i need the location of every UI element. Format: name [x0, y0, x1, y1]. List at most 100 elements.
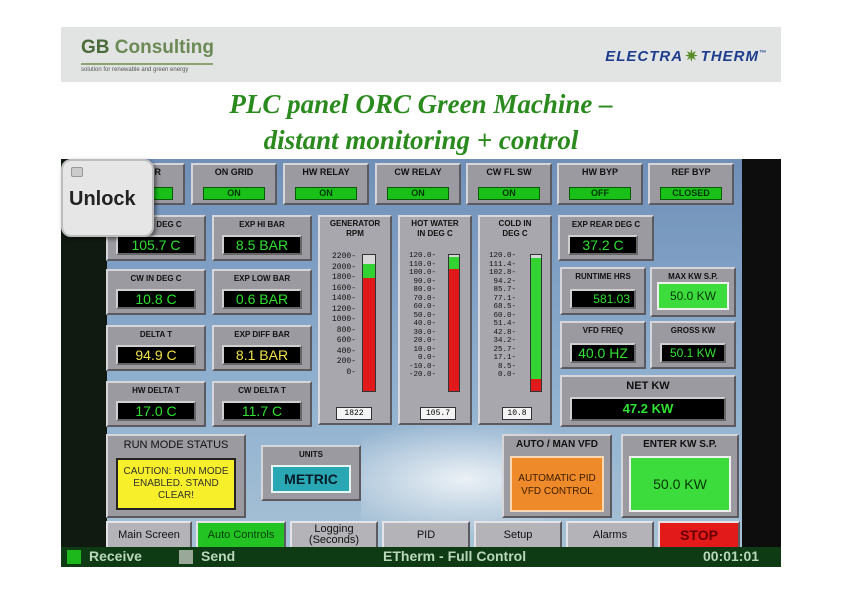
reading-value: 37.2 C	[568, 235, 638, 255]
gauge-title-line1: COLD IN	[498, 219, 532, 228]
reading-value: 581.03	[570, 289, 636, 309]
gauge-scale-tick: -10.0-	[408, 362, 436, 371]
reading-runtime-hrs: RUNTIME HRS 581.03	[560, 267, 646, 315]
reading-value: 8.1 BAR	[222, 345, 302, 365]
slide-title-line1: PLC panel ORC Green Machine –	[229, 89, 613, 119]
run-mode-label: RUN MODE STATUS	[123, 439, 229, 451]
status-hw-byp[interactable]: HW BYP OFF	[557, 163, 643, 205]
status-indicator: OFF	[569, 187, 631, 200]
status-cw-fl-sw[interactable]: CW FL SW ON	[466, 163, 552, 205]
gauge-scale-tick: 40.0-	[413, 320, 436, 328]
status-hw-relay[interactable]: HW RELAY ON	[283, 163, 369, 205]
gauge-scale-tick: 400-	[336, 346, 356, 356]
reading-gross-kw: GROSS KW 50.1 KW	[650, 321, 736, 369]
unlock-handle	[71, 167, 83, 177]
status-label: HW RELAY	[302, 167, 350, 177]
gauge-scale-tick: 80.0-	[413, 286, 436, 294]
gauge-scale-tick: 50.0-	[413, 311, 436, 320]
gb-tagline: solution for renewable and green energy	[81, 67, 189, 73]
gauge-scale-tick: 90.0-	[413, 277, 436, 286]
gauge-generator-rpm: GENERATOR RPM 2200- 2000- 1800- 1600- 1400- 12…	[318, 215, 392, 425]
gauge-scale-tick: 2200-	[331, 252, 356, 261]
units-metric-button[interactable]: METRIC	[271, 465, 351, 493]
gauge-scale-tick: 30.0-	[413, 328, 436, 337]
reading-label: EXP REAR DEG C	[571, 220, 641, 229]
auto-man-vfd-panel: AUTO / MAN VFD AUTOMATIC PID VFD CONTROL	[502, 434, 612, 518]
unlock-button[interactable]: Unlock	[61, 159, 154, 237]
tab-auto-controls[interactable]: Auto Controls	[196, 521, 286, 549]
gauge-hot-water-in: HOT WATER IN DEG C 120.0- 110.0- 100.0- 90.0…	[398, 215, 472, 425]
tab-pid[interactable]: PID	[382, 521, 470, 549]
auto-pid-vfd-button[interactable]: AUTOMATIC PID VFD CONTROL	[510, 456, 604, 512]
enter-kw-setpoint-button[interactable]: 50.0 KW	[629, 456, 731, 512]
receive-label: Receive	[89, 548, 142, 564]
reading-vfd-freq: VFD FREQ 40.0 HZ	[560, 321, 646, 369]
gauge-readout: 1822	[336, 407, 372, 420]
reading-label: CW IN DEG C	[130, 274, 182, 283]
slide-header: GB Consulting solution for renewable and…	[61, 27, 781, 82]
status-label: REF BYP	[671, 167, 711, 177]
gauge-scale-tick: 34.2-	[493, 337, 516, 345]
reading-label: DELTA T	[139, 330, 173, 339]
gauge-scale-tick: 111.4-	[488, 260, 516, 269]
reading-value: 8.5 BAR	[222, 235, 302, 255]
reading-exp-hi-bar: EXP HI BAR 8.5 BAR	[212, 215, 312, 261]
gauge-track	[448, 254, 460, 392]
gauge-scale-tick: 110.0-	[408, 260, 436, 269]
gauge-scale-tick: 77.1-	[493, 294, 516, 303]
gauge-scale-tick: 68.5-	[493, 303, 516, 311]
gauge-cold-in: COLD IN DEG C 120.0- 111.4- 102.8- 94.2- 85.7…	[478, 215, 552, 425]
status-indicator: ON	[203, 187, 265, 200]
gauge-title-line2: DEG C	[502, 229, 528, 238]
reading-value: 40.0 HZ	[570, 343, 636, 363]
gauge-scale-tick: 17.1-	[493, 354, 516, 362]
gauge-scale-tick: 1200-	[331, 304, 356, 314]
status-label: ON GRID	[214, 167, 254, 177]
reading-net-kw: NET KW 47.2 KW	[560, 375, 736, 427]
gauge-fill-red	[363, 278, 375, 391]
reading-value: 17.0 C	[116, 401, 196, 421]
gauge-scale-tick: 1000-	[331, 315, 356, 324]
receive-indicator-icon	[67, 550, 81, 564]
max-kw-setpoint-button[interactable]: 50.0 KW	[657, 282, 729, 310]
tab-setup[interactable]: Setup	[474, 521, 562, 549]
status-cw-relay[interactable]: CW RELAY ON	[375, 163, 461, 205]
gauge-scale-tick: 2000-	[331, 262, 356, 272]
et-logo-right: THERM	[700, 48, 759, 65]
gauge-scale: 2200- 2000- 1800- 1600- 1400- 1200- 1000- 800- 6…	[328, 252, 356, 378]
gauge-scale: 120.0- 110.0- 100.0- 90.0- 80.0- 70.0- 60.0- 50…	[408, 252, 436, 380]
status-on-grid[interactable]: ON GRID ON	[191, 163, 277, 205]
tab-main-screen[interactable]: Main Screen	[106, 521, 192, 549]
gauge-scale-tick: 0-	[346, 367, 356, 377]
gauge-scale-tick: 42.8-	[493, 328, 516, 337]
reading-label: MAX KW S.P.	[668, 272, 718, 281]
status-bar: Receive Send ETherm - Full Control 00:01…	[61, 547, 781, 567]
right-bezel	[742, 159, 781, 567]
status-indicator: CLOSED	[660, 187, 722, 200]
gauge-title-line1: GENERATOR	[329, 219, 381, 228]
elapsed-time: 00:01:01	[703, 548, 760, 564]
send-label: Send	[201, 548, 236, 564]
run-mode-status-panel: RUN MODE STATUS CAUTION: RUN MODE ENABLE…	[106, 434, 246, 518]
gauge-scale-tick: 0.0-	[417, 354, 436, 362]
tab-logging[interactable]: Logging (Seconds)	[290, 521, 378, 549]
gauge-readout: 105.7	[420, 407, 456, 420]
reading-max-kw-sp[interactable]: MAX KW S.P. 50.0 KW	[650, 267, 736, 317]
gb-consulting-logo: GB Consulting	[81, 37, 214, 59]
gauge-fill-green	[363, 264, 375, 279]
gauge-scale-tick: 102.8-	[488, 269, 516, 277]
gb-logo-suffix: Consulting	[114, 37, 214, 58]
reading-cw-in-deg-c: CW IN DEG C 10.8 C	[106, 269, 206, 315]
electratherm-logo: ELECTRA ✷ THERM™	[605, 47, 767, 65]
reading-value: 10.8 C	[116, 289, 196, 309]
gauge-title-line2: IN DEG C	[417, 229, 453, 238]
electratherm-star-icon: ✷	[685, 48, 699, 65]
gauge-track	[530, 254, 542, 392]
status-ref-byp[interactable]: REF BYP CLOSED	[648, 163, 734, 205]
tab-alarms[interactable]: Alarms	[566, 521, 654, 549]
stop-button[interactable]: STOP	[658, 521, 740, 549]
gauge-scale-tick: 1600-	[331, 283, 356, 293]
bottom-nav: Main Screen Auto Controls Logging (Secon…	[106, 521, 746, 549]
gb-logo-underline	[81, 63, 213, 65]
gauge-scale-tick: 70.0-	[413, 294, 436, 303]
